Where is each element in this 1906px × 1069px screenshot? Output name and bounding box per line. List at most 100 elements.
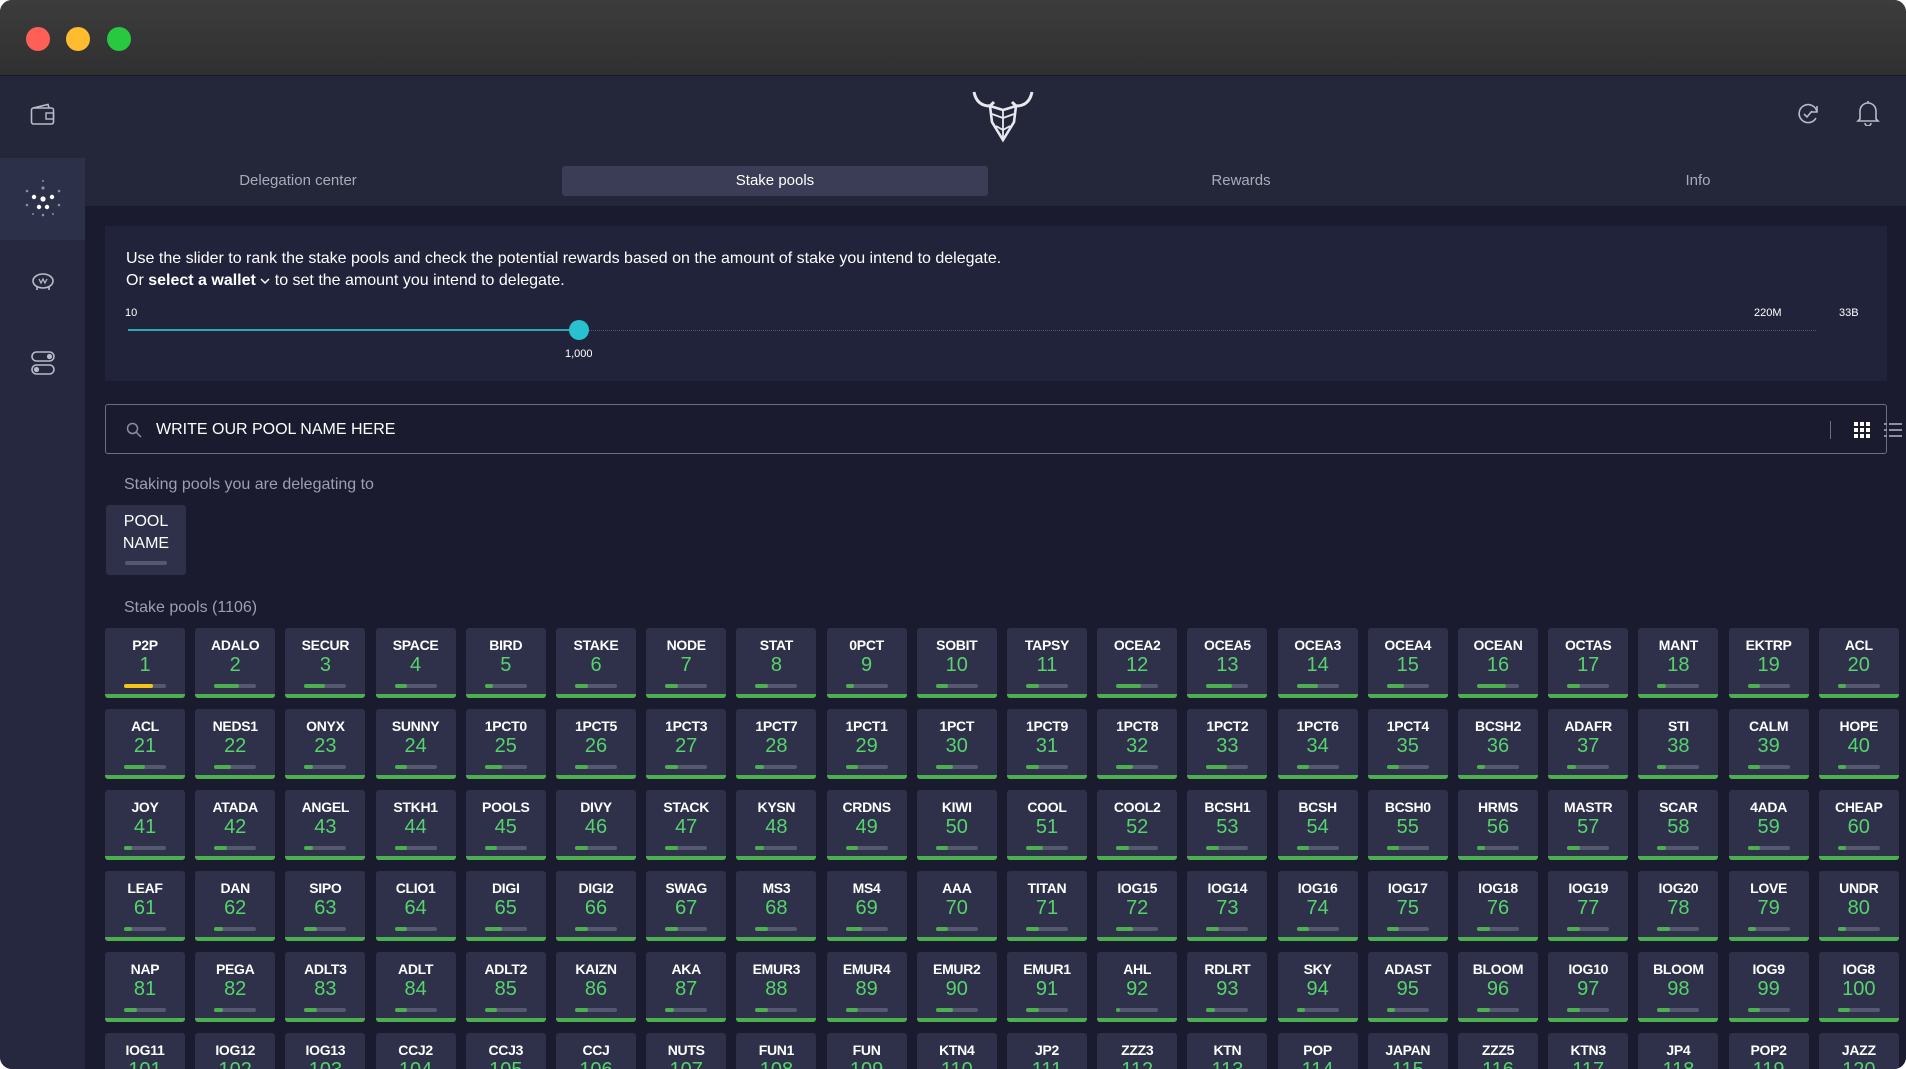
stake-pool-card[interactable]: IOG11101	[105, 1033, 185, 1069]
slider-handle[interactable]	[569, 320, 589, 340]
stake-pool-card[interactable]: HRMS 56	[1458, 790, 1538, 860]
stake-pool-card[interactable]: IOG19 77	[1548, 871, 1629, 941]
stake-pool-card[interactable]: BIRD 5	[465, 628, 546, 698]
stake-pool-card[interactable]: KAIZN 86	[556, 952, 636, 1022]
stake-pool-card[interactable]: NODE 7	[646, 628, 727, 698]
stake-pool-card[interactable]: NEDS1 22	[195, 709, 276, 779]
stake-pool-card[interactable]: OCEA2 12	[1097, 628, 1178, 698]
stake-pool-card[interactable]: 4ADA 59	[1728, 790, 1809, 860]
stake-pool-card[interactable]: P2P 1	[105, 628, 185, 698]
stake-pool-card[interactable]: BCSH0 55	[1367, 790, 1448, 860]
stake-pool-card[interactable]: SCAR 58	[1638, 790, 1719, 860]
bell-icon[interactable]	[1856, 100, 1880, 131]
stake-pool-card[interactable]: SPACE 4	[375, 628, 456, 698]
stake-pool-card[interactable]: JAZZ120	[1818, 1033, 1899, 1069]
stake-pool-card[interactable]: DIGI2 66	[556, 871, 636, 941]
tab-delegation-center[interactable]: Delegation center	[85, 166, 511, 196]
stake-pool-card[interactable]: IOG10 97	[1548, 952, 1629, 1022]
stake-pool-card[interactable]: ANGEL 43	[285, 790, 366, 860]
stake-pool-card[interactable]: 1PCT5 26	[556, 709, 636, 779]
stake-pool-card[interactable]: STAKE 6	[556, 628, 636, 698]
bull-logo[interactable]	[970, 86, 1036, 149]
stake-pool-card[interactable]: EMUR1 91	[1007, 952, 1087, 1022]
stake-pool-card[interactable]: JAPAN115	[1367, 1033, 1448, 1069]
stake-pool-card[interactable]: IOG15 72	[1097, 871, 1178, 941]
sidebar-item-rewards[interactable]	[0, 240, 85, 322]
stake-pool-card[interactable]: STAT 8	[736, 628, 817, 698]
delegated-pool-card[interactable]: POOL NAME	[106, 505, 186, 575]
stake-pool-card[interactable]: POOLS 45	[465, 790, 546, 860]
stake-pool-card[interactable]: AAA 70	[916, 871, 997, 941]
stake-pool-card[interactable]: EMUR2 90	[916, 952, 997, 1022]
stake-pool-card[interactable]: DIGI 65	[465, 871, 546, 941]
stake-pool-card[interactable]: ACL 21	[105, 709, 185, 779]
stake-pool-card[interactable]: OCTAS 17	[1548, 628, 1629, 698]
stake-pool-card[interactable]: FUN109	[826, 1033, 907, 1069]
stake-pool-card[interactable]: ONYX 23	[285, 709, 366, 779]
stake-pool-card[interactable]: IOG12102	[195, 1033, 276, 1069]
stake-pool-card[interactable]: LEAF 61	[105, 871, 185, 941]
stake-pool-card[interactable]: IOG20 78	[1638, 871, 1719, 941]
chevron-down-icon[interactable]	[256, 272, 270, 289]
stake-pool-card[interactable]: 1PCT4 35	[1367, 709, 1448, 779]
stake-pool-card[interactable]: ADLT 84	[375, 952, 456, 1022]
stake-pool-card[interactable]: BLOOM 98	[1638, 952, 1719, 1022]
stake-pool-card[interactable]: FUN1108	[736, 1033, 817, 1069]
stake-pool-card[interactable]: KTN3117	[1548, 1033, 1629, 1069]
stake-pool-card[interactable]: STI 38	[1638, 709, 1719, 779]
stake-pool-card[interactable]: TITAN 71	[1007, 871, 1087, 941]
search-input[interactable]	[156, 417, 1656, 443]
stake-pool-card[interactable]: IOG9 99	[1728, 952, 1809, 1022]
stake-pool-card[interactable]: ZZZ3112	[1097, 1033, 1178, 1069]
stake-pool-card[interactable]: 1PCT8 32	[1097, 709, 1178, 779]
grid-view-icon[interactable]	[1854, 422, 1870, 443]
stake-pool-card[interactable]: TAPSY 11	[1007, 628, 1087, 698]
stake-pool-card[interactable]: DAN 62	[195, 871, 276, 941]
list-view-icon[interactable]	[1884, 422, 1902, 443]
stake-pool-card[interactable]: ZZZ5116	[1458, 1033, 1538, 1069]
stake-pool-card[interactable]: KYSN 48	[736, 790, 817, 860]
stake-pool-card[interactable]: PEGA 82	[195, 952, 276, 1022]
stake-pool-card[interactable]: BCSH2 36	[1458, 709, 1538, 779]
stake-pool-card[interactable]: EMUR3 88	[736, 952, 817, 1022]
stake-pool-card[interactable]: IOG18 76	[1458, 871, 1538, 941]
stake-pool-card[interactable]: ADAFR 37	[1548, 709, 1629, 779]
stake-pool-card[interactable]: CRDNS 49	[826, 790, 907, 860]
stake-pool-card[interactable]: ADLT2 85	[465, 952, 546, 1022]
stake-pool-card[interactable]: 1PCT1 29	[826, 709, 907, 779]
stake-pool-card[interactable]: CCJ2104	[375, 1033, 456, 1069]
stake-pool-card[interactable]: 1PCT3 27	[646, 709, 727, 779]
select-wallet-link[interactable]: select a wallet	[148, 272, 256, 289]
minimize-window-button[interactable]	[66, 27, 90, 51]
stake-pool-card[interactable]: NAP 81	[105, 952, 185, 1022]
tab-stake-pools[interactable]: Stake pools	[562, 166, 988, 196]
tab-rewards[interactable]: Rewards	[1028, 166, 1454, 196]
stake-pool-card[interactable]: POP2119	[1728, 1033, 1809, 1069]
stake-pool-card[interactable]: DIVY 46	[556, 790, 636, 860]
stake-pool-card[interactable]: ACL 20	[1818, 628, 1899, 698]
stake-pool-card[interactable]: POP114	[1277, 1033, 1358, 1069]
stake-pool-card[interactable]: MS3 68	[736, 871, 817, 941]
stake-pool-card[interactable]: JOY 41	[105, 790, 185, 860]
stake-pool-card[interactable]: 1PCT0 25	[465, 709, 546, 779]
stake-pool-card[interactable]: 0PCT 9	[826, 628, 907, 698]
stake-pool-card[interactable]: CLIO1 64	[375, 871, 456, 941]
stake-pool-card[interactable]: ATADA 42	[195, 790, 276, 860]
stake-pool-card[interactable]: COOL2 52	[1097, 790, 1178, 860]
stake-pool-card[interactable]: 1PCT6 34	[1277, 709, 1358, 779]
stake-pool-card[interactable]: ADAST 95	[1367, 952, 1448, 1022]
stake-pool-card[interactable]: STKH1 44	[375, 790, 456, 860]
stake-pool-card[interactable]: MASTR 57	[1548, 790, 1629, 860]
stake-pool-card[interactable]: UNDR 80	[1818, 871, 1899, 941]
stake-pool-card[interactable]: SKY 94	[1277, 952, 1358, 1022]
stake-pool-card[interactable]: OCEA4 15	[1367, 628, 1448, 698]
stake-pool-card[interactable]: MS4 69	[826, 871, 907, 941]
stake-pool-card[interactable]: SUNNY 24	[375, 709, 456, 779]
stake-pool-card[interactable]: BCSH1 53	[1187, 790, 1268, 860]
stake-pool-card[interactable]: ADLT3 83	[285, 952, 366, 1022]
stake-pool-card[interactable]: EMUR4 89	[826, 952, 907, 1022]
stake-pool-card[interactable]: IOG17 75	[1367, 871, 1448, 941]
stake-pool-card[interactable]: JP2111	[1007, 1033, 1087, 1069]
stake-pool-card[interactable]: HOPE 40	[1818, 709, 1899, 779]
stake-pool-card[interactable]: COOL 51	[1007, 790, 1087, 860]
